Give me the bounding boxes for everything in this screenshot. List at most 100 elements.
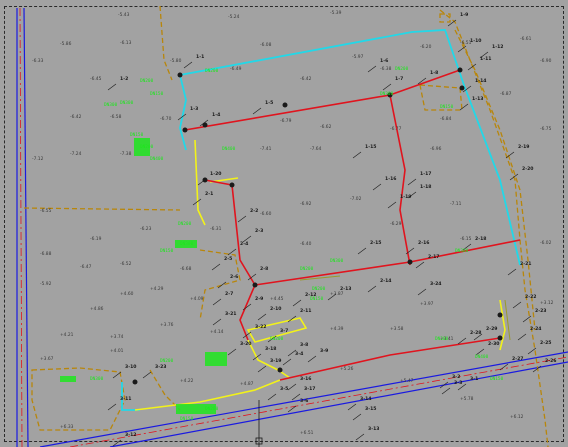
survey-point-label[interactable]: 1-7	[395, 76, 403, 82]
point-leader-line	[357, 247, 367, 255]
survey-point-label[interactable]: 1-12	[492, 44, 504, 50]
elevation-label: -6.49	[230, 66, 242, 72]
survey-point-label[interactable]: 1-1	[196, 54, 204, 60]
survey-point-label[interactable]: 1-2	[120, 76, 128, 82]
survey-point-label[interactable]: 1-8	[430, 70, 438, 76]
survey-point-label[interactable]: 3-11	[120, 396, 132, 402]
survey-point-label[interactable]: 1-19	[400, 194, 412, 200]
green-hatch-areas	[60, 138, 227, 414]
point-leader-line	[367, 285, 377, 293]
point-leader-line	[292, 299, 302, 307]
survey-point-label[interactable]: 2-10	[270, 306, 282, 312]
survey-point-label[interactable]: 1-15	[365, 144, 377, 150]
point-leader-line	[142, 371, 152, 379]
survey-point-label[interactable]: 2-20	[522, 166, 534, 172]
elevation-label: -6.75	[540, 126, 552, 132]
survey-point-label[interactable]: 2-25	[540, 340, 552, 346]
pipe-spec-label: DN150	[150, 91, 164, 97]
survey-point-label[interactable]: 2-18	[475, 236, 487, 242]
pipe-spec-label: DN150	[490, 376, 504, 382]
survey-point-label[interactable]: 2-28	[470, 330, 482, 336]
survey-point-label[interactable]: 1-6	[380, 58, 388, 64]
survey-point-label[interactable]: 1-3	[190, 106, 198, 112]
survey-point-label[interactable]: 2-24	[530, 326, 542, 332]
survey-point-label[interactable]: 2-30	[488, 341, 500, 347]
survey-point-label[interactable]: 3-15	[365, 406, 377, 412]
survey-point-label[interactable]: 2-29	[486, 326, 498, 332]
survey-point-label[interactable]: 2-17	[428, 254, 440, 260]
survey-point-label[interactable]: 1-4	[212, 112, 220, 118]
site-plan-drawing[interactable]: -5.43 -5.24 -5.39 -5.86 -6.13 -6.08 -5.97 -6.20…	[0, 0, 568, 447]
survey-point-label[interactable]: 1-10	[470, 38, 482, 44]
survey-point-label[interactable]: 1-14	[475, 78, 487, 84]
survey-point-label[interactable]: 2-1	[205, 191, 213, 197]
survey-point-label[interactable]: 1-13	[472, 96, 484, 102]
survey-point-label[interactable]: 3-20	[240, 341, 252, 347]
survey-point-label[interactable]: 2-16	[418, 240, 430, 246]
survey-point-label[interactable]: 2-4	[240, 241, 248, 247]
survey-point-label[interactable]: 3-7	[280, 328, 288, 334]
boundary-top-right-block	[439, 13, 451, 23]
elevation-label: -5.97	[352, 54, 364, 60]
survey-point-label[interactable]: 2-23	[535, 308, 547, 314]
pipe-spec-label: DN300	[455, 248, 469, 254]
survey-point-label[interactable]: 3-16	[300, 376, 312, 382]
survey-point-label[interactable]: 3-5	[280, 386, 288, 392]
survey-point-label[interactable]: 3-19	[270, 358, 282, 364]
survey-point-label[interactable]: 3-22	[255, 324, 267, 330]
survey-point-label[interactable]: 3-8	[300, 342, 308, 348]
elevation-label: +6.33	[60, 424, 74, 430]
survey-point-label[interactable]: 2-27	[512, 356, 524, 362]
survey-point-label[interactable]: 2-13	[340, 286, 352, 292]
node-marker	[497, 335, 503, 341]
survey-point-label[interactable]: 3-24	[430, 281, 442, 287]
survey-point-label[interactable]: 1-5	[265, 100, 273, 106]
point-leader-line	[107, 83, 117, 91]
survey-point-label[interactable]: 3-13	[368, 426, 380, 432]
survey-point-label[interactable]: 3-6	[300, 398, 308, 404]
survey-point-label[interactable]: 3-9	[320, 348, 328, 354]
survey-point-label[interactable]: 1-20	[210, 171, 222, 177]
survey-point-label[interactable]: 1-9	[460, 12, 468, 18]
survey-point-label[interactable]: 3-23	[155, 364, 167, 370]
survey-point-label[interactable]: 2-2	[250, 208, 258, 214]
elevation-label: -7.11	[450, 201, 462, 207]
survey-point-label[interactable]: 2-6	[230, 274, 238, 280]
survey-point-label[interactable]: 3-14	[360, 396, 372, 402]
elevation-label: -6.40	[300, 241, 312, 247]
survey-point-label[interactable]: 2-19	[518, 144, 530, 150]
pipe-spec-label: DN200	[178, 221, 192, 227]
cad-viewport[interactable]: -5.43 -5.24 -5.39 -5.86 -6.13 -6.08 -5.97 -6.20…	[0, 0, 568, 447]
survey-point-label[interactable]: 2-14	[380, 278, 392, 284]
survey-point-label[interactable]: 3-18	[265, 346, 277, 352]
survey-point-label[interactable]: 2-3	[255, 228, 263, 234]
survey-point-label[interactable]: 2-21	[520, 261, 532, 267]
pipe-spec-label: DN400	[475, 354, 489, 360]
pipe-spec-label: DN150	[130, 132, 144, 138]
pipe-spec-label: DN300	[90, 376, 104, 382]
survey-point-label[interactable]: 2-22	[525, 294, 537, 300]
survey-point-label[interactable]: 3-10	[125, 364, 137, 370]
survey-point-label[interactable]: 2-8	[260, 266, 268, 272]
pipe-spec-label: DN200	[140, 144, 154, 150]
survey-point-label[interactable]: 2-7	[225, 291, 233, 297]
survey-point-label[interactable]: 2-11	[300, 308, 312, 314]
survey-point-label[interactable]: 3-3	[454, 380, 462, 386]
survey-point-label[interactable]: 3-1	[470, 376, 478, 382]
survey-point-label[interactable]: 2-5	[224, 256, 232, 262]
survey-point-label[interactable]: 3-2	[452, 374, 460, 380]
pipe-spec-label: DN150	[310, 296, 324, 302]
survey-point-label[interactable]: 3-17	[304, 386, 316, 392]
survey-point-label[interactable]: 3-12	[125, 432, 137, 438]
red-line-top	[184, 69, 461, 131]
survey-point-label[interactable]: 3-21	[225, 311, 237, 317]
survey-point-label[interactable]: 2-9	[255, 296, 263, 302]
survey-point-label[interactable]: 1-18	[420, 184, 432, 190]
elevation-label: -6.79	[280, 118, 292, 124]
elevation-label: -6.29	[390, 221, 402, 227]
survey-point-label[interactable]: 1-16	[385, 176, 397, 182]
survey-point-label[interactable]: 3-4	[295, 351, 303, 357]
survey-point-label[interactable]: 2-26	[545, 358, 557, 364]
survey-point-label[interactable]: 2-15	[370, 240, 382, 246]
survey-point-label[interactable]: 1-17	[420, 171, 432, 177]
